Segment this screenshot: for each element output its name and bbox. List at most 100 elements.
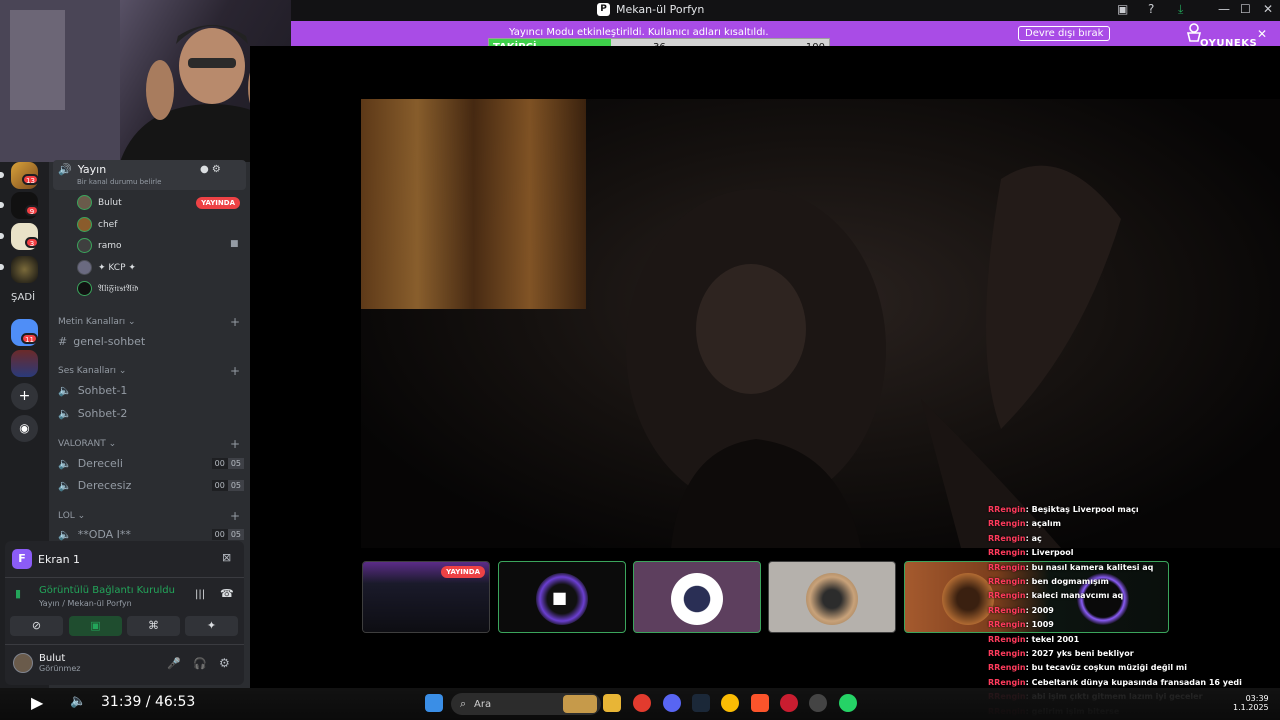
screen-share-header: F Ekran 1 bbox=[12, 549, 80, 569]
chat-username: RRengin bbox=[988, 677, 1026, 687]
chat-message: RRengin: tekel 2001 bbox=[988, 635, 1079, 644]
voice-channel-sohbet-1[interactable]: 🔈 Sohbet-1 bbox=[58, 384, 127, 397]
chat-username: RRengin bbox=[988, 562, 1026, 572]
participant-tile[interactable]: ■ bbox=[498, 561, 626, 633]
headphones-icon[interactable]: 🎧 bbox=[193, 657, 207, 670]
chat-username: RRengin bbox=[988, 519, 1026, 529]
file-explorer-icon[interactable] bbox=[603, 694, 621, 712]
chat-text: : 2027 yks beni bekliyor bbox=[1025, 649, 1134, 658]
chat-text: : açalım bbox=[1025, 519, 1061, 529]
download-icon[interactable]: ⤓ bbox=[1178, 2, 1183, 17]
main-stream-video[interactable] bbox=[361, 99, 1280, 548]
media-player-icon[interactable] bbox=[633, 694, 651, 712]
chat-message: RRengin: bu nasıl kamera kalitesi aq bbox=[988, 563, 1153, 572]
brave-icon[interactable] bbox=[751, 694, 769, 712]
system-clock[interactable]: 03:39 1.1.2025 bbox=[1233, 694, 1269, 712]
avatar bbox=[77, 260, 92, 275]
user-limit: 00 05 bbox=[211, 480, 244, 491]
whatsapp-icon[interactable] bbox=[839, 694, 857, 712]
category-valorant[interactable]: VALORANT ⌄ bbox=[58, 439, 116, 449]
server-badge-6: 11 bbox=[21, 333, 38, 344]
voice-user[interactable]: 𝔄𝔩𝔦𝔉𝔦𝔯𝔰𝔱𝔄𝔦𝔡 bbox=[77, 281, 138, 296]
chat-message: RRengin: Cebeltarık dünya kupasında fran… bbox=[988, 678, 1242, 687]
voice-user[interactable]: ramo bbox=[77, 238, 122, 253]
connection-location: Yayın / Mekan-ül Porfyn bbox=[39, 599, 132, 608]
opera-icon[interactable] bbox=[780, 694, 798, 712]
channel-actions-icon[interactable]: ● ⚙ bbox=[200, 164, 221, 175]
help-icon[interactable]: ? bbox=[1148, 2, 1154, 16]
screen-avatar-icon: F bbox=[12, 549, 32, 569]
chat-message: RRengin: 2027 yks beni bekliyor bbox=[988, 649, 1134, 658]
add-channel-icon[interactable]: + bbox=[230, 364, 240, 378]
voice-user[interactable]: ✦ KCP ✦ bbox=[77, 260, 136, 275]
discord-icon[interactable] bbox=[663, 694, 681, 712]
voice-channel-derecesiz[interactable]: 🔈 Derecesiz bbox=[58, 479, 131, 492]
add-channel-icon[interactable]: + bbox=[230, 509, 240, 523]
avatar bbox=[77, 195, 92, 210]
settings-gear-icon[interactable]: ⚙ bbox=[219, 656, 230, 670]
activity-button[interactable]: ⌘ bbox=[127, 616, 180, 636]
volume-icon[interactable]: 🔈 bbox=[70, 694, 86, 709]
app-icon[interactable] bbox=[809, 694, 827, 712]
chat-message: RRengin: Liverpool bbox=[988, 548, 1073, 557]
current-user[interactable]: Bulut Görünmez bbox=[13, 653, 80, 673]
search-highlight-icon bbox=[563, 695, 597, 713]
channel-status[interactable]: Bir kanal durumu belirle bbox=[77, 178, 161, 186]
connection-status[interactable]: Görüntülü Bağlantı Kuruldu bbox=[39, 585, 175, 596]
category-text-channels[interactable]: Metin Kanalları ⌄ bbox=[58, 317, 136, 327]
speaker-icon: 🔈 bbox=[58, 407, 72, 420]
voice-user[interactable]: chef bbox=[77, 217, 117, 232]
steam-icon[interactable] bbox=[692, 694, 710, 712]
chat-message: RRengin: Beşiktaş Liverpool maçı bbox=[988, 505, 1139, 514]
search-icon: ⌕ bbox=[460, 697, 467, 710]
chrome-icon[interactable] bbox=[721, 694, 739, 712]
taskbar-search[interactable]: ⌕ Ara bbox=[451, 693, 601, 715]
server-icon-7[interactable] bbox=[11, 350, 38, 377]
server-icon-4[interactable] bbox=[11, 256, 38, 283]
maximize-icon[interactable]: ☐ bbox=[1240, 2, 1251, 16]
microphone-icon[interactable]: 🎤 bbox=[167, 657, 181, 670]
video-camera-icon: ■ bbox=[552, 588, 568, 607]
add-channel-icon[interactable]: + bbox=[230, 315, 240, 329]
banner-message: Yayıncı Modu etkinleştirildi. Kullanıcı … bbox=[509, 27, 769, 38]
chat-username: RRengin bbox=[988, 505, 1026, 514]
avatar bbox=[942, 573, 994, 625]
text-channel-genel-sohbet[interactable]: # genel-sohbet bbox=[58, 335, 145, 348]
add-server-icon[interactable]: + bbox=[11, 383, 38, 410]
chat-text: : Beşiktaş Liverpool maçı bbox=[1025, 505, 1139, 514]
participant-tile[interactable] bbox=[633, 561, 761, 633]
share-screen-button[interactable]: ▣ bbox=[69, 616, 122, 636]
participant-tile-stream[interactable]: YAYINDA bbox=[362, 561, 490, 633]
server-badge-1: 13 bbox=[22, 174, 39, 185]
participant-tile[interactable] bbox=[768, 561, 896, 633]
disconnect-icon[interactable]: ☎ bbox=[220, 587, 234, 600]
category-lol[interactable]: LOL ⌄ bbox=[58, 511, 85, 521]
add-channel-icon[interactable]: + bbox=[230, 437, 240, 451]
camera-off-button[interactable]: ⊘ bbox=[10, 616, 63, 636]
chat-text: : 1009 bbox=[1025, 620, 1054, 630]
inbox-icon[interactable]: ▣ bbox=[1117, 2, 1128, 16]
avatar bbox=[77, 217, 92, 232]
noise-suppression-icon[interactable]: ||| bbox=[195, 589, 205, 600]
voice-user[interactable]: Bulut bbox=[77, 195, 122, 210]
stop-sharing-icon[interactable]: ⊠ bbox=[222, 551, 231, 564]
server-label-sadi[interactable]: ŞADİ bbox=[11, 292, 35, 303]
divider bbox=[5, 577, 244, 578]
chat-message: RRengin: kaleci manavcımı aq bbox=[988, 591, 1123, 600]
play-icon[interactable]: ▶ bbox=[31, 693, 43, 712]
windows-start-icon[interactable] bbox=[425, 694, 443, 712]
discover-icon[interactable]: ◉ bbox=[11, 415, 38, 442]
disable-streamer-mode-button[interactable]: Devre dışı bırak bbox=[1018, 26, 1111, 41]
minimize-icon[interactable]: — bbox=[1218, 2, 1230, 16]
chat-text: : 2009 bbox=[1025, 605, 1054, 615]
close-icon[interactable]: ✕ bbox=[1263, 2, 1273, 16]
category-voice-channels[interactable]: Ses Kanalları ⌄ bbox=[58, 366, 126, 376]
chat-username: RRengin bbox=[988, 577, 1026, 586]
banner-close-icon[interactable]: ✕ bbox=[1257, 27, 1267, 41]
stream-person-image bbox=[626, 165, 1121, 548]
soundboard-button[interactable]: ✦ bbox=[185, 616, 238, 636]
voice-channel-dereceli[interactable]: 🔈 Dereceli bbox=[58, 457, 123, 470]
voice-channel-oda-1[interactable]: 🔈 **ODA I** bbox=[58, 528, 131, 541]
voice-channel-sohbet-2[interactable]: 🔈 Sohbet-2 bbox=[58, 407, 127, 420]
voice-connection-panel: F Ekran 1 ⊠ ▮ Görüntülü Bağlantı Kuruldu… bbox=[5, 541, 244, 685]
